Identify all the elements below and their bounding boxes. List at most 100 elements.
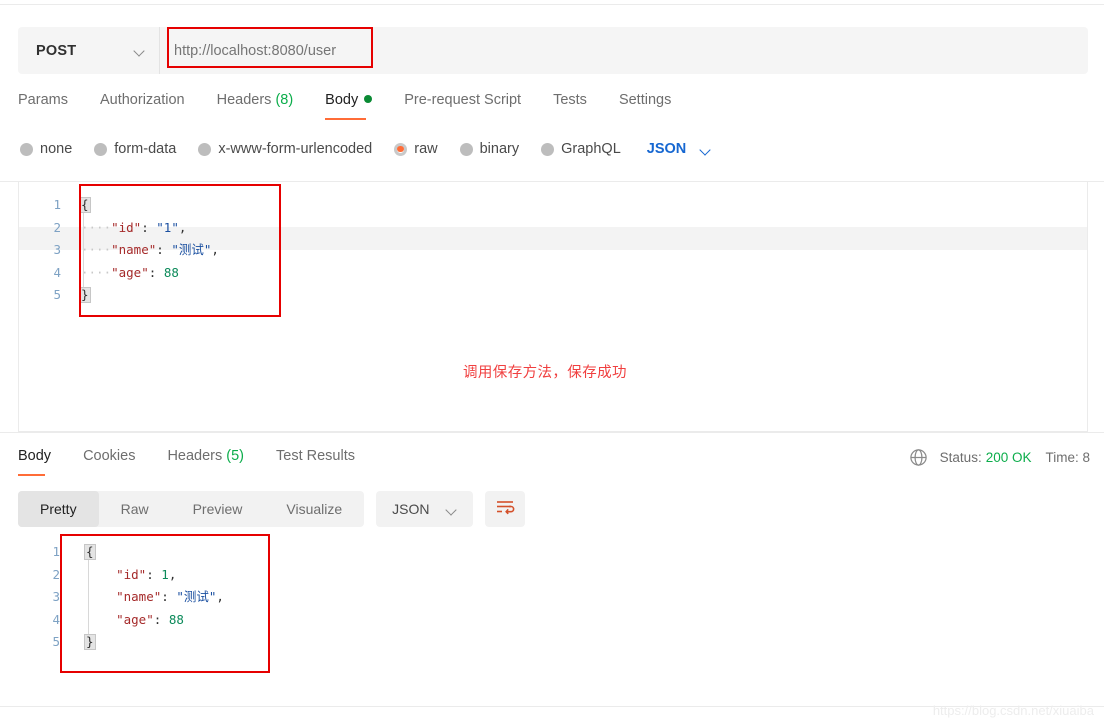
request-tab-pre-request-script[interactable]: Pre-request Script (404, 92, 521, 120)
tab-label: Headers (167, 448, 223, 464)
radio-icon (541, 142, 555, 156)
tab-label: Headers (216, 92, 272, 108)
url-input[interactable]: http://localhost:8080/user (160, 27, 1088, 74)
request-line-number: 5 (53, 287, 61, 302)
response-tab-cookies[interactable]: Cookies (83, 448, 135, 476)
request-url-bar: POST http://localhost:8080/user (18, 27, 1088, 74)
body-type-none[interactable]: none (20, 141, 72, 157)
tab-label: Body (325, 92, 359, 108)
response-line-numbers: 1 2 3 4 5 (18, 541, 60, 654)
json-punct: : (148, 264, 164, 280)
request-tab-body[interactable]: Body (325, 92, 373, 120)
response-line-number: 4 (52, 611, 60, 627)
json-key: "name" (116, 589, 162, 604)
json-value: 88 (168, 611, 184, 627)
request-body-editor[interactable]: 12345 {····"id": "1", ····"name": "测试", ··… (18, 182, 1088, 432)
tab-label: Authorization (99, 92, 185, 108)
whitespace-guide (86, 612, 116, 627)
status-value: 200 OK (985, 450, 1032, 465)
body-type-form-data[interactable]: form-data (94, 141, 176, 157)
body-type-x-www-form-urlencoded[interactable]: x-www-form-urlencoded (198, 141, 372, 157)
json-comma: , (168, 566, 177, 582)
top-divider (0, 4, 1104, 5)
request-tab-tests[interactable]: Tests (553, 92, 587, 120)
body-type-binary[interactable]: binary (459, 141, 520, 157)
brace-glyph: { (84, 544, 96, 560)
json-key: "age" (116, 611, 154, 627)
response-tabs: Body Cookies Headers (5) Test Results (18, 448, 387, 476)
response-line-number: 2 (52, 566, 60, 582)
request-code-lines[interactable]: {····"id": "1", ····"name": "测试", ····"age… (79, 194, 219, 307)
body-type-label: none (40, 141, 73, 157)
json-value: "测试" (176, 589, 217, 604)
url-input-value: http://localhost:8080/user (174, 42, 337, 59)
request-code-line: ····"name": "测试", (81, 239, 219, 262)
json-punct: : (141, 219, 157, 235)
response-line-number: 5 (52, 634, 60, 649)
request-tab-authorization[interactable]: Authorization (100, 92, 185, 120)
response-code-lines[interactable]: { "id": 1, "name": "测试", "age": 88} (84, 541, 224, 654)
response-tab-test-results[interactable]: Test Results (276, 448, 355, 476)
tab-label: Settings (618, 92, 672, 108)
response-tab-body[interactable]: Body (18, 448, 51, 476)
json-value: 1 (161, 566, 169, 582)
http-method-label: POST (36, 42, 77, 59)
body-format-selector[interactable]: JSON (647, 141, 712, 157)
response-view-modes: Pretty Raw Preview Visualize (18, 491, 365, 527)
body-type-label: x-www-form-urlencoded (218, 141, 373, 157)
radio-icon (394, 142, 408, 156)
wrap-lines-button[interactable] (484, 491, 525, 527)
body-type-raw[interactable]: raw (394, 141, 438, 157)
tab-label: Tests (553, 92, 587, 108)
whitespace-guide (86, 589, 116, 604)
request-line-number: 1 (53, 197, 61, 212)
view-mode-visualize[interactable]: Visualize (264, 491, 364, 527)
body-type-label: form-data (114, 141, 177, 157)
brace-glyph: } (84, 634, 96, 650)
response-code-line: "id": 1, (86, 564, 224, 587)
response-tab-headers[interactable]: Headers (5) (167, 448, 244, 476)
body-type-label: GraphQL (561, 141, 621, 157)
json-value: 88 (163, 264, 179, 280)
request-code-line: } (79, 284, 219, 307)
json-comma: , (178, 219, 187, 235)
response-format-selector[interactable]: JSON (376, 491, 473, 527)
response-format-label: JSON (392, 501, 430, 517)
tab-count: (8) (271, 92, 294, 108)
view-mode-raw[interactable]: Raw (99, 491, 171, 527)
response-body-editor[interactable]: 1 2 3 4 5 { "id": 1, "name": "测试", "age": 88… (18, 533, 1088, 703)
view-mode-pretty[interactable]: Pretty (18, 491, 99, 527)
chevron-down-icon (446, 506, 457, 513)
globe-icon (909, 448, 928, 467)
json-punct: : (146, 566, 162, 582)
brace-glyph: { (79, 197, 91, 213)
request-line-numbers: 1 2 3 4 5 (19, 194, 61, 307)
json-punct: : (153, 611, 169, 627)
request-code-line: ····"age": 88 (81, 262, 219, 285)
response-meta: Status: 200 OK Time: 8 (909, 448, 1104, 467)
request-tabs: Params Authorization Headers (8) Body Pre-re… (18, 92, 703, 120)
status-label: Status: (939, 450, 982, 465)
tab-label: Cookies (83, 448, 136, 464)
response-line-number: 3 (52, 589, 60, 604)
chevron-down-icon (700, 146, 711, 153)
json-key: "id" (111, 219, 142, 235)
whitespace-guide: ···· (81, 219, 112, 235)
body-type-graphql[interactable]: GraphQL (541, 141, 621, 157)
wrap-lines-icon (495, 499, 515, 520)
response-code-line: "name": "测试", (86, 586, 224, 609)
request-tab-headers[interactable]: Headers (8) (217, 92, 294, 120)
request-tab-settings[interactable]: Settings (619, 92, 671, 120)
http-method-selector[interactable]: POST (18, 27, 160, 74)
tab-count: (5) (222, 448, 245, 464)
tab-label: Params (18, 92, 68, 108)
body-type-label: binary (479, 141, 520, 157)
response-line-number: 1 (52, 544, 60, 559)
request-line-number: 3 (53, 242, 61, 257)
view-mode-preview[interactable]: Preview (171, 491, 265, 527)
chevron-down-icon (134, 47, 145, 54)
json-key: "age" (111, 264, 149, 280)
request-tab-params[interactable]: Params (18, 92, 68, 120)
request-line-number: 4 (53, 264, 61, 280)
request-code-line: { (79, 194, 219, 217)
